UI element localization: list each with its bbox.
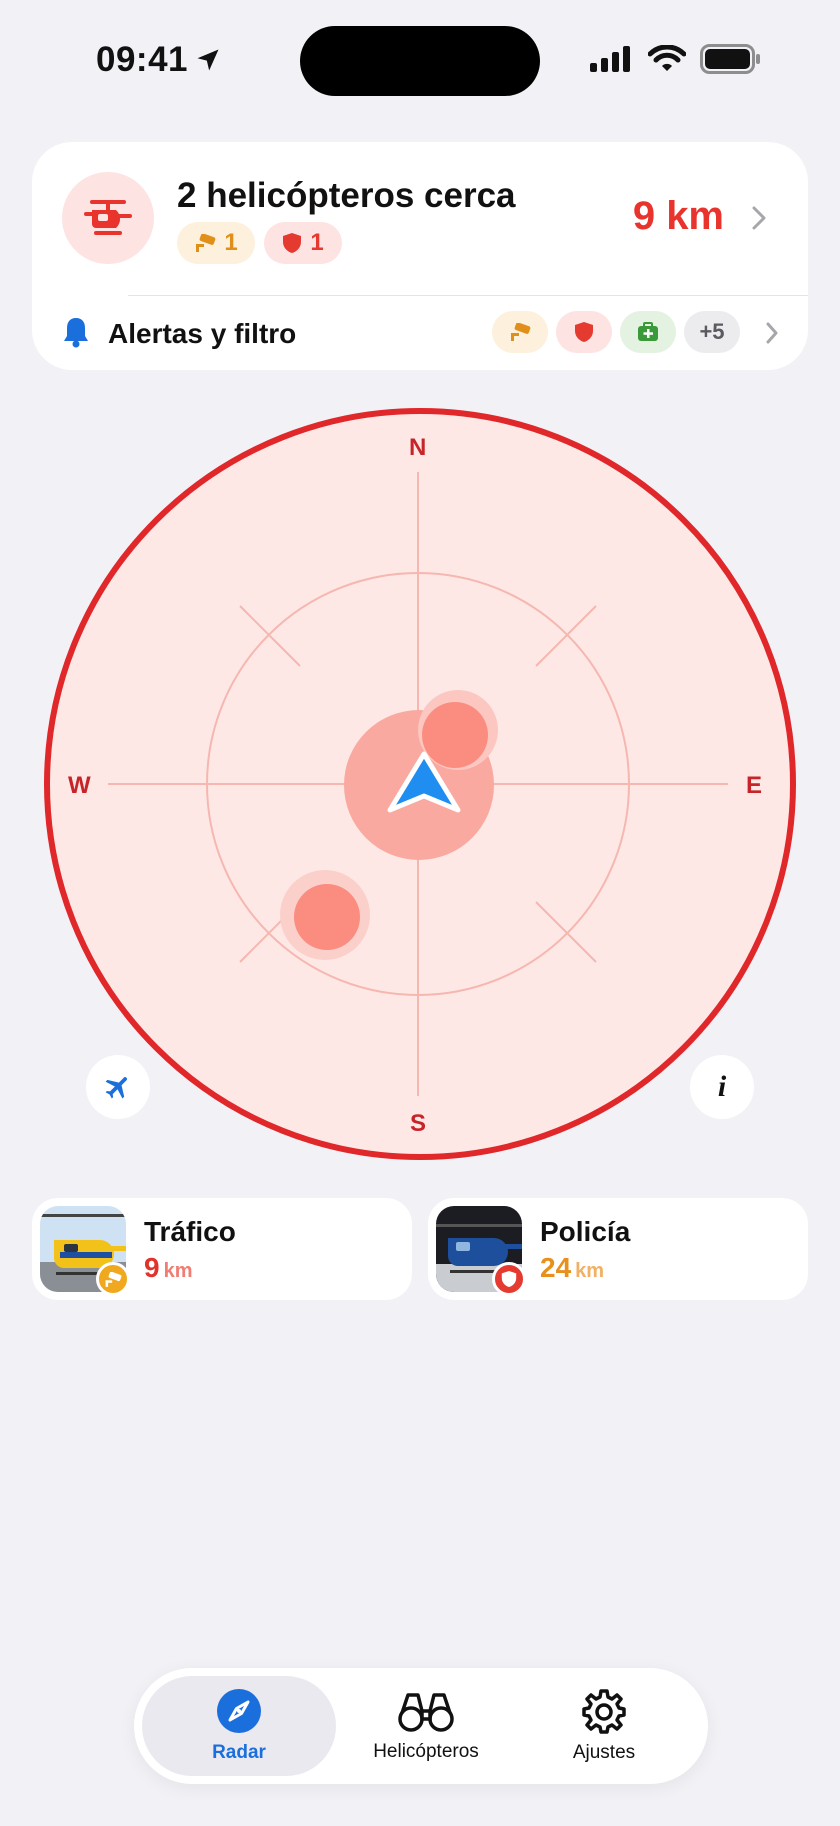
traffic-badge [96,1262,130,1296]
radar[interactable]: N S W E [44,408,796,1160]
shield-icon [575,322,593,342]
compass-south: S [410,1110,427,1137]
compass-east: E [746,772,763,799]
nearby-summary-card[interactable]: 2 helicópteros cerca 1 1 9 km Alertas y … [32,142,808,370]
police-badge [492,1262,526,1296]
airplane-icon [105,1077,127,1099]
filter-chip-traffic[interactable] [492,311,548,353]
filter-chip-medical[interactable] [620,311,676,353]
gear-icon [582,1689,626,1734]
helicopter-icon [84,200,132,235]
tab-label: Ajustes [572,1742,636,1763]
distance-value: 24 [540,1252,572,1283]
tab-helicopters[interactable]: Helicópteros [342,1676,510,1776]
status-time: 09:41 [96,40,222,80]
police-count: 1 [310,229,324,256]
traffic-camera-icon [511,323,531,341]
tab-settings[interactable]: Ajustes [512,1676,696,1776]
location-arrow-icon [197,49,219,71]
info-icon: i [717,1070,727,1103]
chevron-right-icon [752,206,766,230]
distance-unit: km [575,1260,605,1282]
time-text: 09:41 [96,40,189,79]
wifi-icon [648,45,686,71]
cellular-signal-icon [590,46,630,72]
tab-bar: Radar Helicópteros Ajustes [134,1668,708,1784]
medical-kit-icon [638,322,658,341]
filter-chip-more[interactable]: +5 [684,311,740,353]
tab-label: Helicópteros [373,1741,479,1762]
distance-unit: km [163,1260,193,1282]
bell-icon [64,318,88,348]
battery-icon [700,44,760,74]
compass-icon [217,1689,261,1733]
distance-value: 9 [144,1252,160,1283]
traffic-camera-icon [196,234,216,252]
helicopter-distance: 9 km [144,1252,192,1284]
nearby-title: 2 helicópteros cerca [177,176,516,215]
flight-mode-button[interactable] [86,1055,150,1119]
helicopter-avatar [62,172,154,264]
traffic-count: 1 [224,229,238,256]
helicopter-card-police[interactable]: Policía 24 km [428,1198,808,1300]
tab-label: Radar [212,1742,266,1763]
chevron-right-icon [766,322,778,344]
helicopter-name: Policía [540,1216,631,1247]
shield-icon [501,1271,517,1287]
info-button[interactable]: i [690,1055,754,1119]
dynamic-island [300,26,540,96]
alerts-filter-row[interactable]: Alertas y filtro +5 [32,296,808,370]
nearest-distance: 9 km [632,194,724,238]
more-filters-count: +5 [699,319,725,344]
traffic-camera-icon [105,1271,122,1287]
user-heading-arrow-icon [387,751,461,813]
helicopter-name: Tráfico [144,1216,236,1247]
status-bar: 09:41 [0,0,840,120]
binoculars-icon [398,1693,454,1732]
compass-west: W [68,772,91,799]
status-icons [590,44,762,74]
shield-icon [283,233,302,253]
compass-north: N [409,434,427,461]
helicopter-distance: 24 km [540,1252,604,1284]
police-count-badge: 1 [264,222,342,264]
tab-radar[interactable]: Radar [142,1676,336,1776]
filter-chip-police[interactable] [556,311,612,353]
helicopter-blip-police[interactable] [294,884,360,950]
helicopter-card-traffic[interactable]: Tráfico 9 km [32,1198,412,1300]
alerts-filter-label: Alertas y filtro [108,318,297,349]
traffic-count-badge: 1 [177,222,255,264]
